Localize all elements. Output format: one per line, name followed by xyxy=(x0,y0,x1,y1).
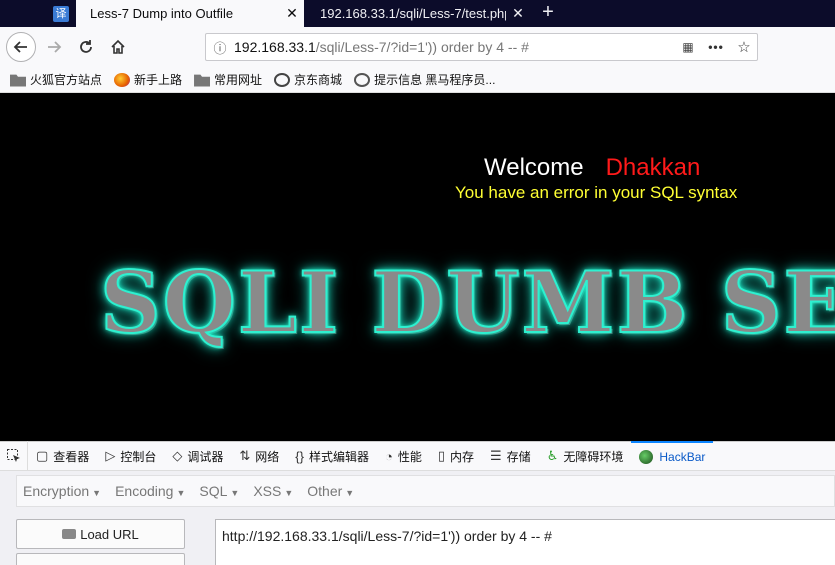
devtools-tab-console[interactable]: ▷ 控制台 xyxy=(97,441,164,471)
caret-down-icon: ▼ xyxy=(345,488,355,498)
hackbar-menu-bar: Encryption ▼ Encoding ▼ SQL ▼ XSS ▼ Other ▼ xyxy=(0,471,835,511)
bookmark-item[interactable]: 常用网址 xyxy=(194,71,262,88)
devtools-tab-accessibility[interactable]: ♿ 无障碍环境 xyxy=(539,441,632,471)
devtools-tab-memory[interactable]: ▯ 内存 xyxy=(430,441,482,471)
devtools-tab-performance[interactable]: ◔ 性能 xyxy=(377,441,430,471)
devtools-tab-debugger[interactable]: ◇ 调试器 xyxy=(164,441,231,471)
menu-sql[interactable]: SQL ▼ xyxy=(199,483,239,499)
inspector-icon: ▢ xyxy=(36,448,49,463)
tab-less7[interactable]: Less-7 Dump into Outfile ✕ xyxy=(76,0,304,27)
close-icon[interactable]: ✕ xyxy=(280,5,304,22)
caret-down-icon: ▼ xyxy=(284,488,294,498)
user-name: Dhakkan xyxy=(605,154,701,181)
forward-button[interactable] xyxy=(40,33,68,61)
hackbar-menu-wrap: Encryption ▼ Encoding ▼ SQL ▼ XSS ▼ Other ▼ xyxy=(16,475,835,507)
devtools-tab-style-editor[interactable]: {} 样式编辑器 xyxy=(287,441,377,471)
close-icon[interactable]: ✕ xyxy=(506,5,530,22)
url-bar[interactable]: ⓘ 192.168.33.1/sqli/Less-7/?id=1')) orde… xyxy=(205,33,758,61)
style-editor-icon: {} xyxy=(295,448,304,464)
home-icon xyxy=(111,39,125,54)
welcome-line: Welcome Dhakkan xyxy=(484,154,701,181)
arrow-right-icon xyxy=(48,41,62,53)
url-text[interactable]: 192.168.33.1/sqli/Less-7/?id=1')) order … xyxy=(234,39,675,55)
split-url-button[interactable] xyxy=(16,553,185,565)
page-content: Welcome Dhakkan You have an error in your… xyxy=(0,93,835,441)
element-picker-button[interactable] xyxy=(0,441,28,471)
bookmark-star-icon[interactable]: ☆ xyxy=(731,38,757,56)
bookmark-item[interactable]: 京东商城 xyxy=(274,71,342,88)
info-icon xyxy=(354,72,371,87)
translate-icon[interactable]: 译 xyxy=(48,3,74,25)
bookmark-item[interactable]: 新手上路 xyxy=(114,71,182,88)
navigation-bar: ⓘ 192.168.33.1/sqli/Less-7/?id=1')) orde… xyxy=(0,27,835,67)
debugger-icon: ◇ xyxy=(172,448,183,463)
accessibility-icon: ♿ xyxy=(546,448,559,463)
devtools-tab-inspector[interactable]: ▢ 查看器 xyxy=(28,441,97,471)
tab-strip: 译 Less-7 Dump into Outfile ✕ 192.168.33.… xyxy=(0,0,835,27)
back-button[interactable] xyxy=(6,32,36,62)
devtools-tab-hackbar[interactable]: HackBar xyxy=(631,441,714,471)
info-icon[interactable]: ⓘ xyxy=(206,38,234,57)
folder-icon xyxy=(194,74,211,87)
memory-icon: ▯ xyxy=(437,448,445,463)
sqli-banner: SQLI DUMB SERIES xyxy=(99,252,835,353)
new-tab-button[interactable]: + xyxy=(536,0,560,27)
menu-encryption[interactable]: Encryption ▼ xyxy=(23,483,101,499)
firefox-icon xyxy=(114,72,131,87)
arrow-left-icon xyxy=(13,41,27,53)
page-actions-icon[interactable]: ••• xyxy=(701,40,731,54)
load-url-button[interactable]: Load URL xyxy=(16,519,185,549)
caret-down-icon: ▼ xyxy=(176,488,186,498)
reload-icon xyxy=(80,40,92,53)
sql-error-message: You have an error in your SQL syntax xyxy=(455,183,738,202)
performance-icon: ◔ xyxy=(384,448,393,464)
qr-code-icon[interactable]: ▦ xyxy=(675,40,701,54)
storage-icon: ☰ xyxy=(490,448,502,463)
home-button[interactable] xyxy=(104,33,132,61)
bookmark-item[interactable]: 火狐官方站点 xyxy=(10,71,102,88)
hackbar-url-input[interactable]: http://192.168.33.1/sqli/Less-7/?id=1'))… xyxy=(215,519,835,565)
network-icon: ⇅ xyxy=(239,448,251,463)
hackbar-icon xyxy=(639,450,654,464)
tab-title: Less-7 Dump into Outfile xyxy=(90,6,234,21)
tab-test-php[interactable]: 192.168.33.1/sqli/Less-7/test.php ✕ xyxy=(306,0,530,27)
menu-xss[interactable]: XSS ▼ xyxy=(253,483,293,499)
menu-other[interactable]: Other ▼ xyxy=(307,483,354,499)
bookmarks-toolbar: 火狐官方站点 新手上路 常用网址 京东商城 提示信息 黑马程序员... xyxy=(0,67,835,93)
tab-title: 192.168.33.1/sqli/Less-7/test.php xyxy=(320,6,506,21)
console-icon: ▷ xyxy=(105,448,116,463)
caret-down-icon: ▼ xyxy=(230,488,240,498)
globe-icon xyxy=(274,72,291,87)
reload-button[interactable] xyxy=(72,33,100,61)
devtools-tab-network[interactable]: ⇅ 网络 xyxy=(231,441,287,471)
devtools-tab-storage[interactable]: ☰ 存储 xyxy=(482,441,539,471)
caret-down-icon: ▼ xyxy=(92,488,102,498)
folder-icon xyxy=(10,74,26,87)
picker-icon xyxy=(6,449,20,462)
devtools-toolbar: ▢ 查看器 ▷ 控制台 ◇ 调试器 ⇅ 网络 {} 样式编辑器 ◔ 性能 ▯ 内存 ☰ 存储 ♿… xyxy=(0,441,835,471)
load-url-icon xyxy=(62,529,77,539)
menu-encoding[interactable]: Encoding ▼ xyxy=(115,483,185,499)
bookmark-item[interactable]: 提示信息 黑马程序员... xyxy=(354,71,495,88)
